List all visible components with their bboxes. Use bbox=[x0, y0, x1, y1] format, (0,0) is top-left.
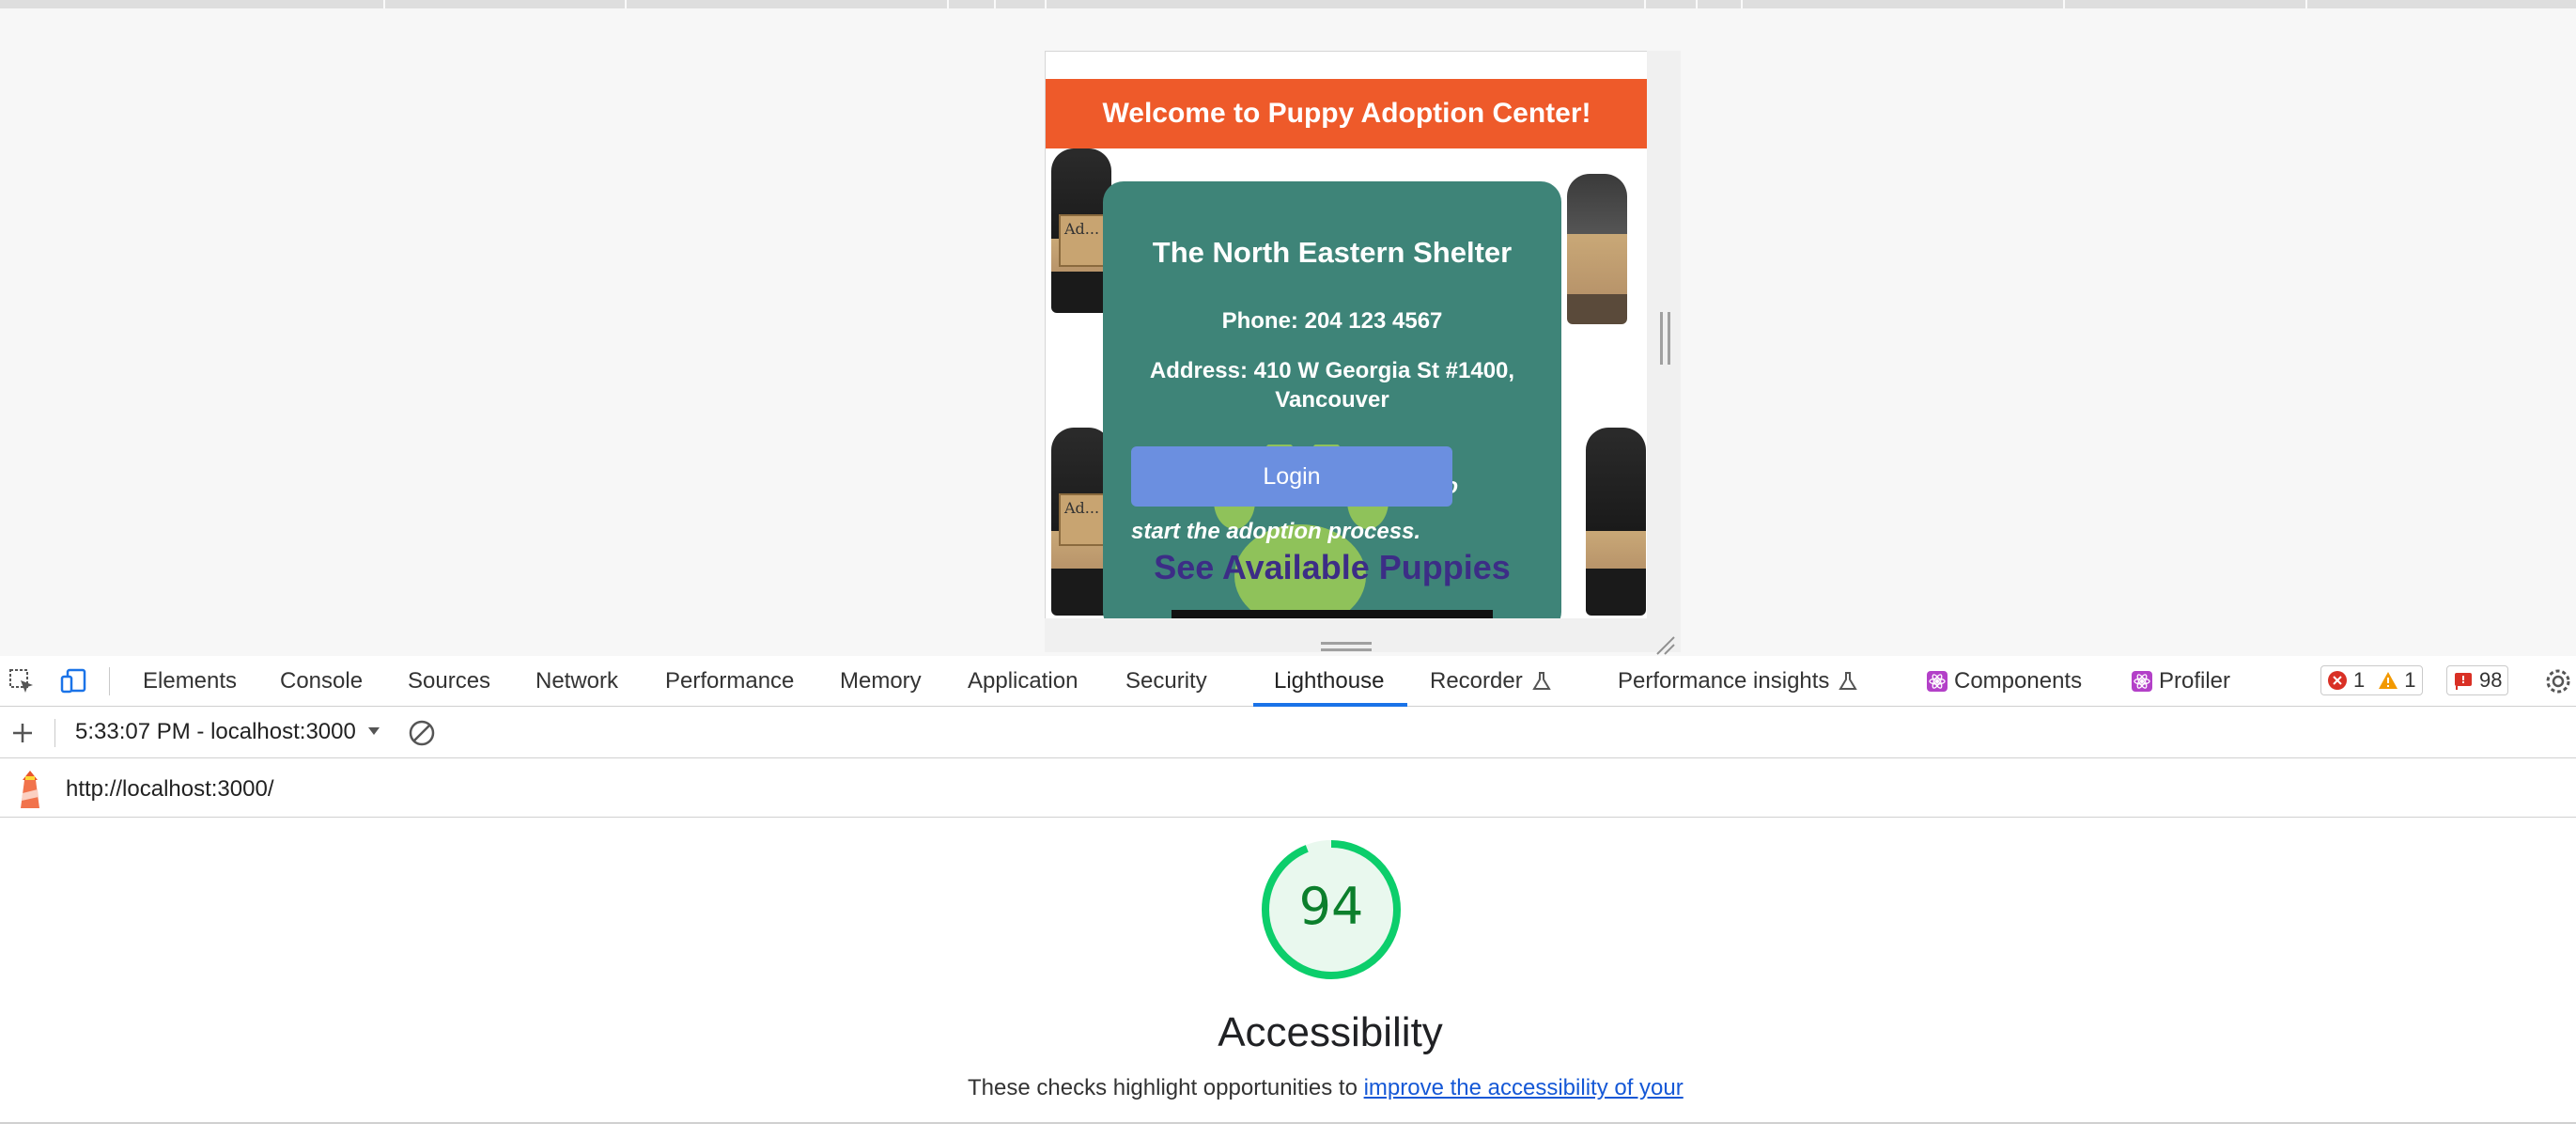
tab-memory[interactable]: Memory bbox=[840, 656, 922, 707]
tab-components-label: Components bbox=[1954, 668, 2083, 694]
toolbar-separator bbox=[109, 667, 110, 695]
category-title: Accessibility bbox=[1218, 1009, 1443, 1055]
tab-elements[interactable]: Elements bbox=[143, 656, 237, 707]
error-warning-badge[interactable]: 1 1 bbox=[2320, 665, 2423, 695]
dog-image bbox=[1586, 428, 1646, 616]
site-header: Welcome to Puppy Adoption Center! bbox=[1046, 79, 1647, 148]
tab-performance[interactable]: Performance bbox=[665, 656, 794, 707]
flask-icon bbox=[1839, 672, 1858, 690]
emulated-viewport-area: Ad... Ad... Welcome to Puppy Adoption Ce… bbox=[0, 8, 2576, 656]
report-url-bar: http://localhost:3000/ bbox=[0, 759, 2576, 818]
warning-icon bbox=[2379, 672, 2398, 689]
ruler-tick bbox=[625, 0, 627, 8]
ruler-tick bbox=[1045, 0, 1047, 8]
device-frame: Ad... Ad... Welcome to Puppy Adoption Ce… bbox=[1045, 51, 1647, 618]
report-selector-label: 5:33:07 PM - localhost:3000 bbox=[75, 719, 356, 744]
top-ruler bbox=[0, 0, 2576, 8]
ruler-tick bbox=[1696, 0, 1698, 8]
report-selector[interactable]: 5:33:07 PM - localhost:3000 bbox=[75, 719, 381, 745]
clear-icon[interactable] bbox=[408, 719, 436, 747]
tab-network[interactable]: Network bbox=[535, 656, 618, 707]
viewport-resize-handle-right[interactable] bbox=[1660, 312, 1670, 365]
ruler-tick bbox=[1644, 0, 1646, 8]
active-tab-indicator bbox=[1253, 703, 1407, 707]
resize-corner-icon[interactable] bbox=[1653, 633, 1676, 656]
ruler-tick bbox=[1741, 0, 1743, 8]
settings-gear-icon[interactable] bbox=[2544, 667, 2572, 695]
tab-sources[interactable]: Sources bbox=[408, 656, 490, 707]
error-count: 1 bbox=[2353, 668, 2366, 692]
shelter-card: The North Eastern Shelter Phone: 204 123… bbox=[1103, 181, 1561, 618]
dark-bar bbox=[1172, 610, 1493, 618]
report-url: http://localhost:3000/ bbox=[66, 776, 274, 802]
react-icon bbox=[2132, 671, 2152, 692]
see-available-puppies-link[interactable]: See Available Puppies bbox=[1103, 548, 1561, 587]
viewport-resize-handle-bottom[interactable] bbox=[1321, 642, 1372, 651]
dog-sign: Ad... bbox=[1059, 214, 1106, 267]
category-description: These checks highlight opportunities to … bbox=[968, 1075, 1684, 1101]
ruler-tick bbox=[383, 0, 385, 8]
lighthouse-logo-icon bbox=[21, 771, 39, 808]
tab-recorder[interactable]: Recorder bbox=[1430, 656, 1553, 707]
lighthouse-report: 94 Accessibility These checks highlight … bbox=[0, 819, 2576, 1139]
ruler-tick bbox=[2305, 0, 2307, 8]
bottom-divider bbox=[0, 1122, 2576, 1124]
devtools-tabbar: Elements Console Sources Network Perform… bbox=[0, 656, 2576, 707]
toolbar-separator bbox=[54, 719, 55, 747]
tab-profiler-label: Profiler bbox=[2159, 668, 2231, 694]
tab-components[interactable]: Components bbox=[1926, 656, 2082, 707]
ruler-tick bbox=[994, 0, 996, 8]
shelter-address: Address: 410 W Georgia St #1400, Vancouv… bbox=[1149, 358, 1515, 413]
tab-lighthouse[interactable]: Lighthouse bbox=[1274, 656, 1384, 707]
flask-icon bbox=[1531, 672, 1551, 690]
devtools-panel: Elements Console Sources Network Perform… bbox=[0, 656, 2576, 1139]
plus-icon[interactable] bbox=[9, 720, 36, 746]
dropdown-arrow-icon bbox=[367, 727, 380, 735]
issues-count: 98 bbox=[2479, 668, 2503, 692]
ruler-tick bbox=[2063, 0, 2065, 8]
tab-performance-insights[interactable]: Performance insights bbox=[1618, 656, 1859, 707]
tab-application[interactable]: Application bbox=[968, 656, 1078, 707]
login-button[interactable]: Login bbox=[1131, 446, 1452, 507]
react-icon bbox=[1927, 671, 1948, 692]
tab-security[interactable]: Security bbox=[1125, 656, 1207, 707]
tab-performance-insights-label: Performance insights bbox=[1618, 668, 1830, 694]
issues-flag-icon bbox=[2455, 673, 2472, 690]
shelter-phone: Phone: 204 123 4567 bbox=[1221, 308, 1443, 334]
error-icon bbox=[2328, 671, 2347, 690]
dog-image bbox=[1567, 174, 1627, 324]
shelter-name: The North Eastern Shelter bbox=[1152, 236, 1513, 269]
description-text: These checks highlight opportunities to bbox=[968, 1075, 1364, 1100]
dog-sign: Ad... bbox=[1059, 493, 1106, 546]
device-toolbar-icon[interactable] bbox=[60, 667, 88, 695]
issues-badge[interactable]: 98 bbox=[2446, 665, 2509, 695]
ruler-tick bbox=[947, 0, 949, 8]
tab-console[interactable]: Console bbox=[280, 656, 363, 707]
lighthouse-toolbar: 5:33:07 PM - localhost:3000 bbox=[0, 708, 2576, 758]
accessibility-learn-more-link[interactable]: improve the accessibility of your bbox=[1364, 1075, 1684, 1100]
warning-count: 1 bbox=[2404, 668, 2416, 692]
inspect-element-icon[interactable] bbox=[8, 667, 36, 695]
accessibility-score: 94 bbox=[1298, 877, 1364, 936]
tab-recorder-label: Recorder bbox=[1430, 668, 1523, 694]
tab-profiler[interactable]: Profiler bbox=[2131, 656, 2230, 707]
